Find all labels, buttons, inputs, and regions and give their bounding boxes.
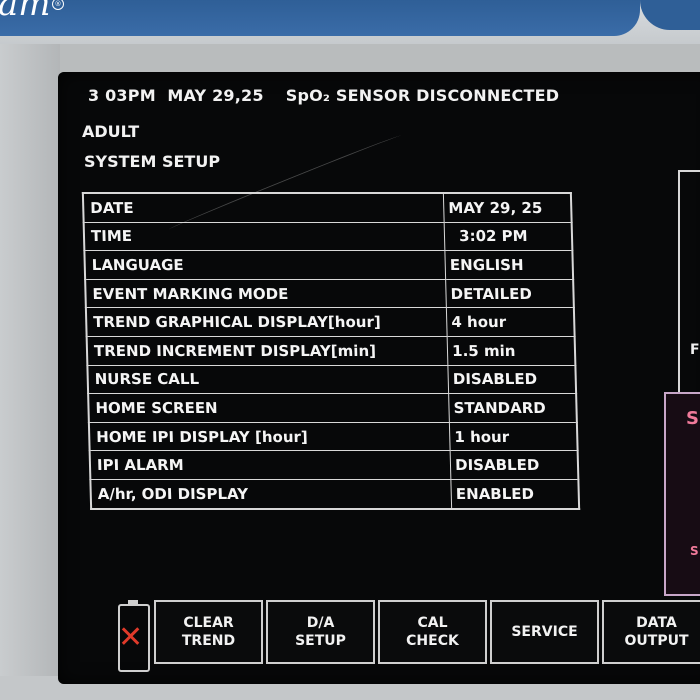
setup-row-value[interactable]: DISABLED [450, 450, 579, 480]
setup-row-language[interactable]: LANGUAGE ENGLISH [84, 250, 574, 280]
setup-row-label: LANGUAGE [84, 250, 446, 280]
setup-row-label: DATE [82, 193, 445, 223]
setup-row-value[interactable]: 1.5 min [447, 336, 576, 366]
softkey-label-line2: SETUP [295, 633, 346, 649]
battery-cap [128, 600, 138, 604]
setup-row-label: EVENT MARKING MODE [85, 279, 447, 308]
setup-row-time[interactable]: TIME 3:02 PM [83, 222, 573, 251]
device-bezel-top: am ® [0, 0, 700, 44]
setup-row-label: TIME [83, 222, 446, 251]
alarm-panel-label: S [686, 408, 699, 429]
setup-row-value[interactable]: DETAILED [445, 279, 574, 308]
setup-row-home-screen[interactable]: HOME SCREEN STANDARD [88, 393, 577, 423]
setup-row-value[interactable]: 3:02 PM [444, 222, 573, 251]
softkey-label-line1: SERVICE [511, 624, 578, 640]
softkey-label-line2: TREND [181, 633, 236, 649]
alarm-panel-sublabel: S [690, 544, 699, 558]
setup-row-ahr-odi-display[interactable]: A/hr, ODI DISPLAY ENABLED [90, 479, 580, 509]
setup-row-value[interactable]: DISABLED [448, 365, 577, 394]
setup-row-value[interactable]: 4 hour [446, 307, 575, 337]
battery-warning-x-icon: ✕ [118, 620, 144, 655]
softkey-label-line1: CLEAR [183, 615, 234, 631]
setup-row-value[interactable]: ENABLED [451, 479, 580, 509]
setup-row-label: HOME SCREEN [88, 393, 450, 423]
setup-row-nurse-call[interactable]: NURSE CALL DISABLED [87, 365, 577, 394]
setup-row-label: TREND GRAPHICAL DISPLAY[hour] [85, 307, 448, 337]
setup-row-label: NURSE CALL [87, 365, 449, 394]
setup-row-home-ipi-display[interactable]: HOME IPI DISPLAY [hour] 1 hour [88, 422, 578, 451]
setup-row-trend-graphical-display[interactable]: TREND GRAPHICAL DISPLAY[hour] 4 hour [85, 307, 575, 337]
setup-row-label: TREND INCREMENT DISPLAY[min] [86, 336, 449, 366]
clock-time: 3 03PM [88, 86, 156, 105]
device-bezel-left [0, 44, 60, 700]
da-setup-button[interactable]: D/A SETUP [266, 600, 375, 664]
softkey-label-line1: DATA [636, 615, 677, 631]
setup-row-event-marking-mode[interactable]: EVENT MARKING MODE DETAILED [85, 279, 574, 308]
setup-row-value[interactable]: MAY 29, 25 [443, 193, 572, 223]
patient-mode: ADULT [82, 122, 140, 141]
clock-date: MAY 29,25 [167, 86, 264, 105]
brand-accent [640, 0, 700, 30]
setup-row-value[interactable]: STANDARD [448, 393, 577, 423]
system-setup-table: DATE MAY 29, 25 TIME 3:02 PM LANGUAGE EN… [81, 192, 581, 510]
battery-empty-icon: ✕ [118, 600, 150, 672]
status-bar: 3 03PM MAY 29,25 SpO₂ SENSOR DISCONNECTED [88, 86, 559, 105]
softkey-label-line2: OUTPUT [624, 633, 689, 649]
setup-row-ipi-alarm[interactable]: IPI ALARM DISABLED [89, 450, 579, 480]
setup-row-label: A/hr, ODI DISPLAY [90, 479, 452, 509]
softkey-label-line1: D/A [306, 615, 335, 631]
clear-trend-button[interactable]: CLEAR TREND [154, 600, 263, 664]
softkey-label-line2: CHECK [406, 633, 459, 649]
setup-row-trend-increment-display[interactable]: TREND INCREMENT DISPLAY[min] 1.5 min [86, 336, 576, 366]
data-output-button[interactable]: DATA OUTPUT [602, 600, 700, 664]
brand-logo: am [0, 0, 51, 24]
side-panel-label: F [690, 342, 700, 358]
registered-mark: ® [52, 0, 64, 10]
side-parameter-panel: F [678, 170, 700, 396]
setup-row-label: HOME IPI DISPLAY [hour] [88, 422, 451, 451]
softkey-bar: CLEAR TREND D/A SETUP CAL CHECK SERVICE … [154, 600, 700, 666]
cal-check-button[interactable]: CAL CHECK [378, 600, 487, 664]
screen-title: SYSTEM SETUP [84, 152, 221, 171]
setup-row-value[interactable]: 1 hour [449, 422, 578, 451]
setup-row-value[interactable]: ENGLISH [445, 250, 574, 280]
alarm-panel: S S [664, 392, 700, 596]
setup-row-date[interactable]: DATE MAY 29, 25 [82, 193, 572, 223]
brand-band: am ® [0, 0, 640, 36]
setup-row-label: IPI ALARM [89, 450, 452, 480]
service-button[interactable]: SERVICE [490, 600, 599, 664]
alert-message: SpO₂ SENSOR DISCONNECTED [285, 86, 560, 105]
softkey-label-line1: CAL [417, 615, 448, 631]
